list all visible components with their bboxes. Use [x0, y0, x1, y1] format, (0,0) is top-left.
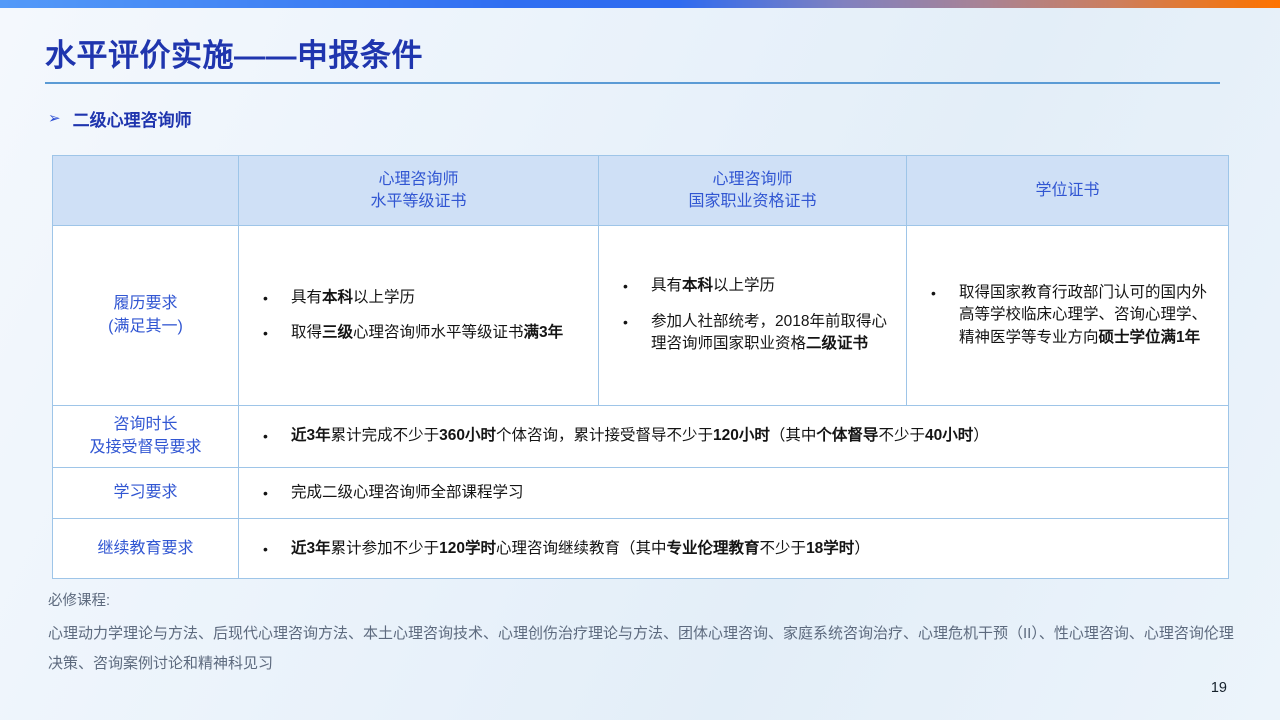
bullet-text: 近3年累计参加不少于120学时心理咨询继续教育（其中专业伦理教育不少于18学时）	[291, 538, 1216, 560]
bullet-item: •近3年累计参加不少于120学时心理咨询继续教育（其中专业伦理教育不少于18学时…	[263, 538, 1216, 560]
cell-experience-level-certificate: •具有本科以上学历•取得三级心理咨询师水平等级证书满3年	[239, 226, 599, 406]
bullet-text: 具有本科以上学历	[651, 275, 894, 297]
table-row-study: 学习要求 •完成二级心理咨询师全部课程学习	[53, 468, 1229, 519]
column-header-level-certificate: 心理咨询师 水平等级证书	[239, 156, 599, 226]
bullet-item: •具有本科以上学历	[263, 287, 586, 309]
bullet-text: 近3年累计完成不少于360小时个体咨询，累计接受督导不少于120小时（其中个体督…	[291, 425, 1216, 447]
slide: 水平评价实施——申报条件 ➢ 二级心理咨询师 心理咨询师 水平等级证书 心理咨询…	[0, 0, 1280, 720]
bullet-item: •完成二级心理咨询师全部课程学习	[263, 482, 1216, 504]
column-header-degree-certificate: 学位证书	[907, 156, 1229, 226]
table-row-continuing-education: 继续教育要求 •近3年累计参加不少于120学时心理咨询继续教育（其中专业伦理教育…	[53, 519, 1229, 579]
cell-counseling-hours: •近3年累计完成不少于360小时个体咨询，累计接受督导不少于120小时（其中个体…	[239, 406, 1229, 468]
bullet-item: •近3年累计完成不少于360小时个体咨询，累计接受督导不少于120小时（其中个体…	[263, 425, 1216, 447]
bullet-item: •取得三级心理咨询师水平等级证书满3年	[263, 322, 586, 344]
footnote-body: 心理动力学理论与方法、后现代心理咨询方法、本土心理咨询技术、心理创伤治疗理论与方…	[48, 619, 1240, 679]
bullet-dot-icon: •	[263, 287, 291, 309]
bullet-dot-icon: •	[263, 538, 291, 560]
page-title: 水平评价实施——申报条件	[45, 30, 423, 75]
bullet-dot-icon: •	[623, 275, 651, 297]
bullet-item: •参加人社部统考，2018年前取得心理咨询师国家职业资格二级证书	[623, 311, 894, 356]
footnote: 必修课程: 心理动力学理论与方法、后现代心理咨询方法、本土心理咨询技术、心理创伤…	[48, 589, 1240, 679]
bullet-item: •具有本科以上学历	[623, 275, 894, 297]
bullet-text: 取得国家教育行政部门认可的国内外高等学校临床心理学、咨询心理学、精神医学等专业方…	[959, 282, 1216, 349]
bullet-text: 具有本科以上学历	[291, 287, 586, 309]
arrow-bullet-icon: ➢	[48, 111, 61, 126]
row-label-study: 学习要求	[53, 468, 239, 519]
column-header-empty	[53, 156, 239, 226]
table-row-counseling-hours: 咨询时长 及接受督导要求 •近3年累计完成不少于360小时个体咨询，累计接受督导…	[53, 406, 1229, 468]
bullet-dot-icon: •	[623, 311, 651, 356]
bullet-dot-icon: •	[263, 482, 291, 504]
column-header-national-certificate: 心理咨询师 国家职业资格证书	[599, 156, 907, 226]
table-header-row: 心理咨询师 水平等级证书 心理咨询师 国家职业资格证书 学位证书	[53, 156, 1229, 226]
top-gradient-bar	[0, 0, 1280, 8]
page-number: 19	[1211, 680, 1227, 696]
bullet-dot-icon: •	[263, 425, 291, 447]
title-divider	[45, 82, 1220, 84]
bullet-text: 取得三级心理咨询师水平等级证书满3年	[291, 322, 586, 344]
cell-study: •完成二级心理咨询师全部课程学习	[239, 468, 1229, 519]
row-label-counseling-hours: 咨询时长 及接受督导要求	[53, 406, 239, 468]
section-label: 二级心理咨询师	[73, 106, 192, 131]
cell-continuing-education: •近3年累计参加不少于120学时心理咨询继续教育（其中专业伦理教育不少于18学时…	[239, 519, 1229, 579]
requirements-table: 心理咨询师 水平等级证书 心理咨询师 国家职业资格证书 学位证书 履历要求 (满…	[52, 155, 1229, 579]
bullet-dot-icon: •	[263, 322, 291, 344]
bullet-dot-icon: •	[931, 282, 959, 349]
bullet-text: 参加人社部统考，2018年前取得心理咨询师国家职业资格二级证书	[651, 311, 894, 356]
section-heading: ➢ 二级心理咨询师	[48, 106, 192, 131]
table-row-experience: 履历要求 (满足其一) •具有本科以上学历•取得三级心理咨询师水平等级证书满3年…	[53, 226, 1229, 406]
bullet-text: 完成二级心理咨询师全部课程学习	[291, 482, 1216, 504]
bullet-item: •取得国家教育行政部门认可的国内外高等学校临床心理学、咨询心理学、精神医学等专业…	[931, 282, 1216, 349]
cell-experience-national-certificate: •具有本科以上学历•参加人社部统考，2018年前取得心理咨询师国家职业资格二级证…	[599, 226, 907, 406]
row-label-experience: 履历要求 (满足其一)	[53, 226, 239, 406]
footnote-heading: 必修课程:	[48, 589, 1240, 610]
cell-experience-degree-certificate: •取得国家教育行政部门认可的国内外高等学校临床心理学、咨询心理学、精神医学等专业…	[907, 226, 1229, 406]
row-label-continuing-education: 继续教育要求	[53, 519, 239, 579]
